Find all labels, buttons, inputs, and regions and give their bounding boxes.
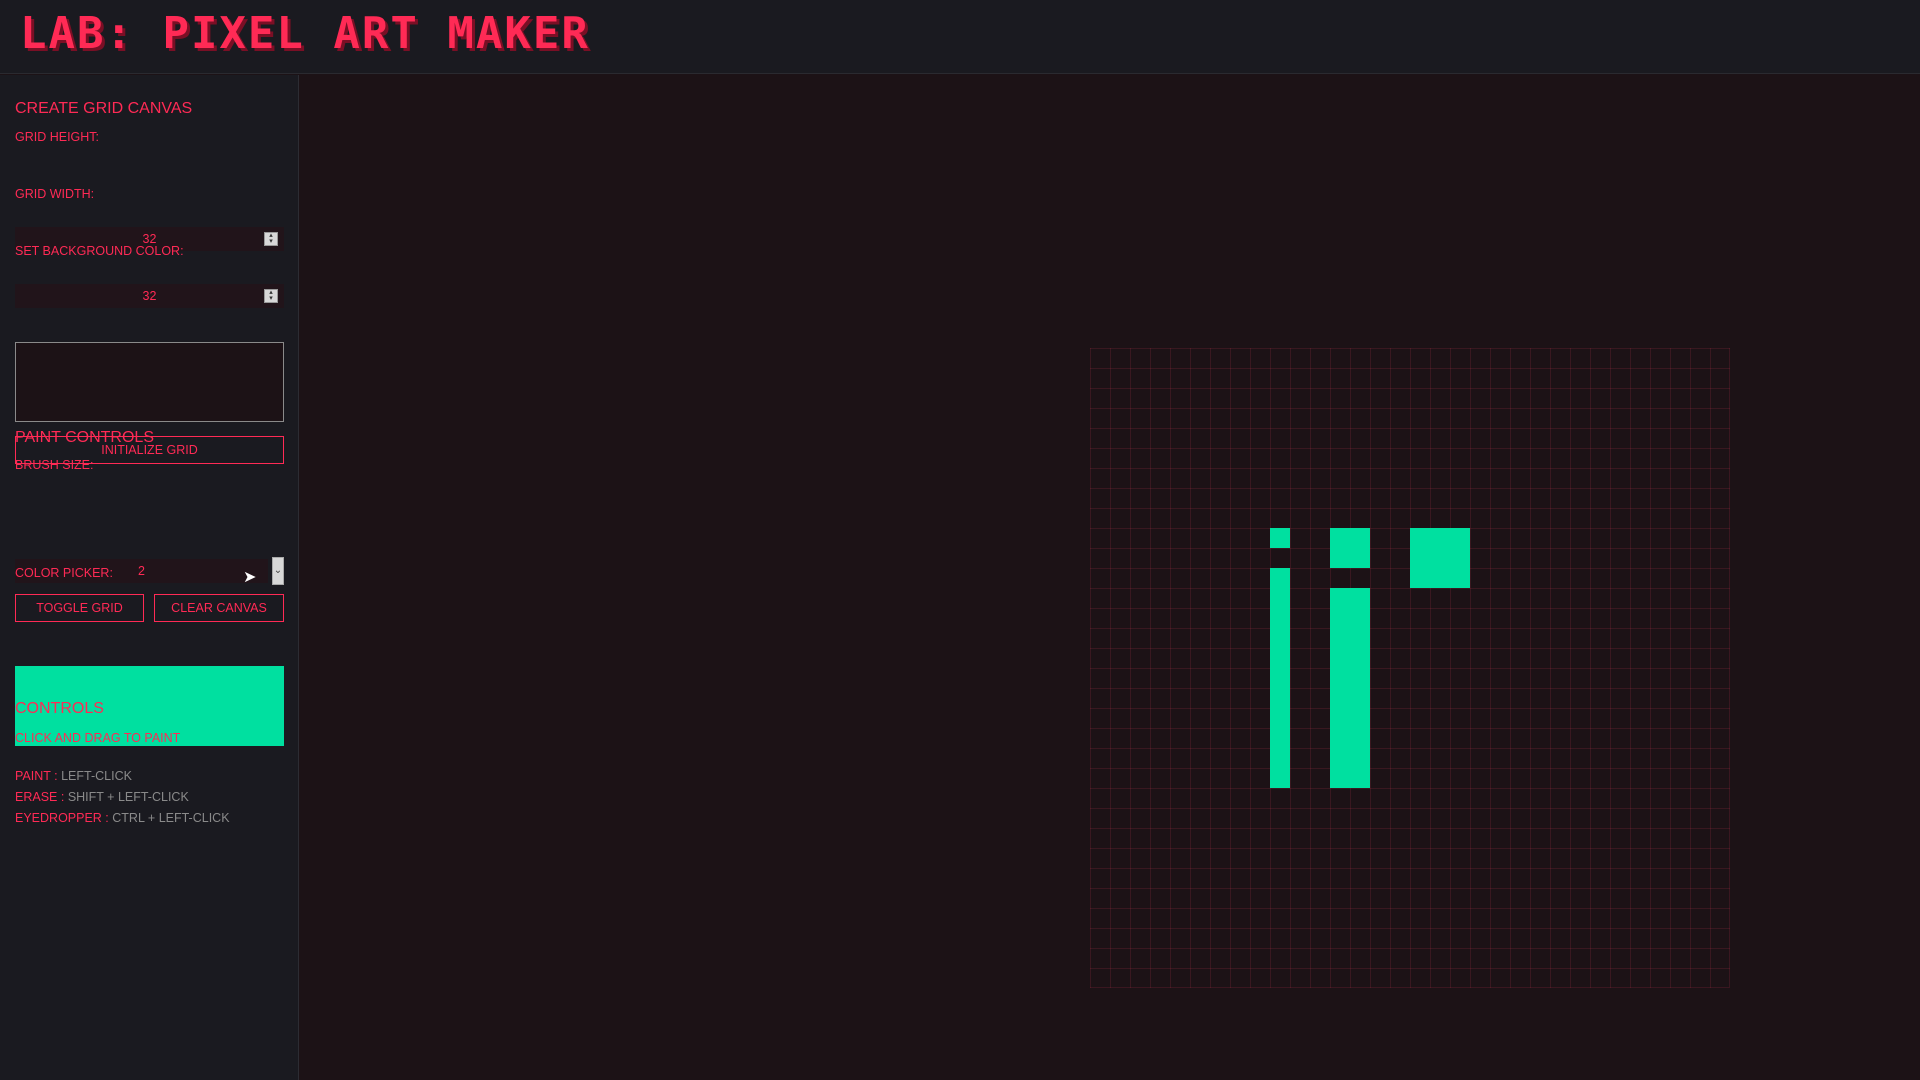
create-grid-title: CREATE GRID CANVAS	[15, 100, 193, 117]
control-eyedropper-value: CTRL + LEFT-CLICK	[112, 811, 230, 825]
grid-height-spinner-icon[interactable]: ▴ ▾	[264, 232, 278, 246]
control-paint-key: PAINT :	[15, 769, 58, 783]
paint-controls-title: PAINT CONTROLS	[15, 429, 154, 446]
chevron-down-icon[interactable]: ⌄	[272, 557, 284, 585]
background-color-picker[interactable]	[15, 342, 284, 422]
painted-pixel[interactable]	[1270, 528, 1290, 548]
control-eyedropper-key: EYEDROPPER :	[15, 811, 109, 825]
bg-color-label: SET BACKGROUND COLOR:	[15, 244, 184, 258]
toggle-grid-button[interactable]: TOGGLE GRID	[15, 594, 144, 622]
controls-hint: CLICK AND DRAG TO PAINT	[15, 731, 181, 745]
brush-size-value: 2	[138, 564, 145, 578]
brush-size-label: BRUSH SIZE:	[15, 458, 94, 472]
clear-canvas-button[interactable]: CLEAR CANVAS	[154, 594, 284, 622]
control-erase: ERASE : SHIFT + LEFT-CLICK	[15, 790, 189, 804]
pixel-grid-canvas[interactable]	[1090, 348, 1730, 988]
grid-width-input[interactable]: 32 ▴ ▾	[15, 284, 284, 308]
painted-pixel[interactable]	[1330, 528, 1370, 568]
sidebar: CREATE GRID CANVAS GRID HEIGHT: 32 ▴ ▾ GR…	[0, 75, 299, 1080]
color-picker-label: COLOR PICKER:	[15, 566, 113, 580]
control-erase-key: ERASE :	[15, 790, 65, 804]
painted-pixel[interactable]	[1270, 568, 1290, 788]
grid-width-label: GRID WIDTH:	[15, 187, 95, 201]
app-header: LAB: PIXEL ART MAKER	[0, 0, 1920, 74]
grid-width-value: 32	[142, 289, 157, 303]
controls-title: CONTROLS	[15, 700, 104, 717]
mouse-cursor-icon: ➤	[243, 569, 257, 586]
control-eyedropper: EYEDROPPER : CTRL + LEFT-CLICK	[15, 811, 230, 825]
control-erase-value: SHIFT + LEFT-CLICK	[67, 790, 189, 804]
control-paint-value: LEFT-CLICK	[61, 769, 132, 783]
painted-pixel[interactable]	[1330, 588, 1370, 788]
painted-pixel[interactable]	[1410, 528, 1470, 588]
control-paint: PAINT : LEFT-CLICK	[15, 769, 132, 783]
grid-height-label: GRID HEIGHT:	[15, 130, 100, 144]
grid-width-spinner-icon[interactable]: ▴ ▾	[264, 289, 278, 303]
canvas-area	[300, 75, 1920, 1080]
app-title: LAB: PIXEL ART MAKER	[20, 8, 590, 59]
